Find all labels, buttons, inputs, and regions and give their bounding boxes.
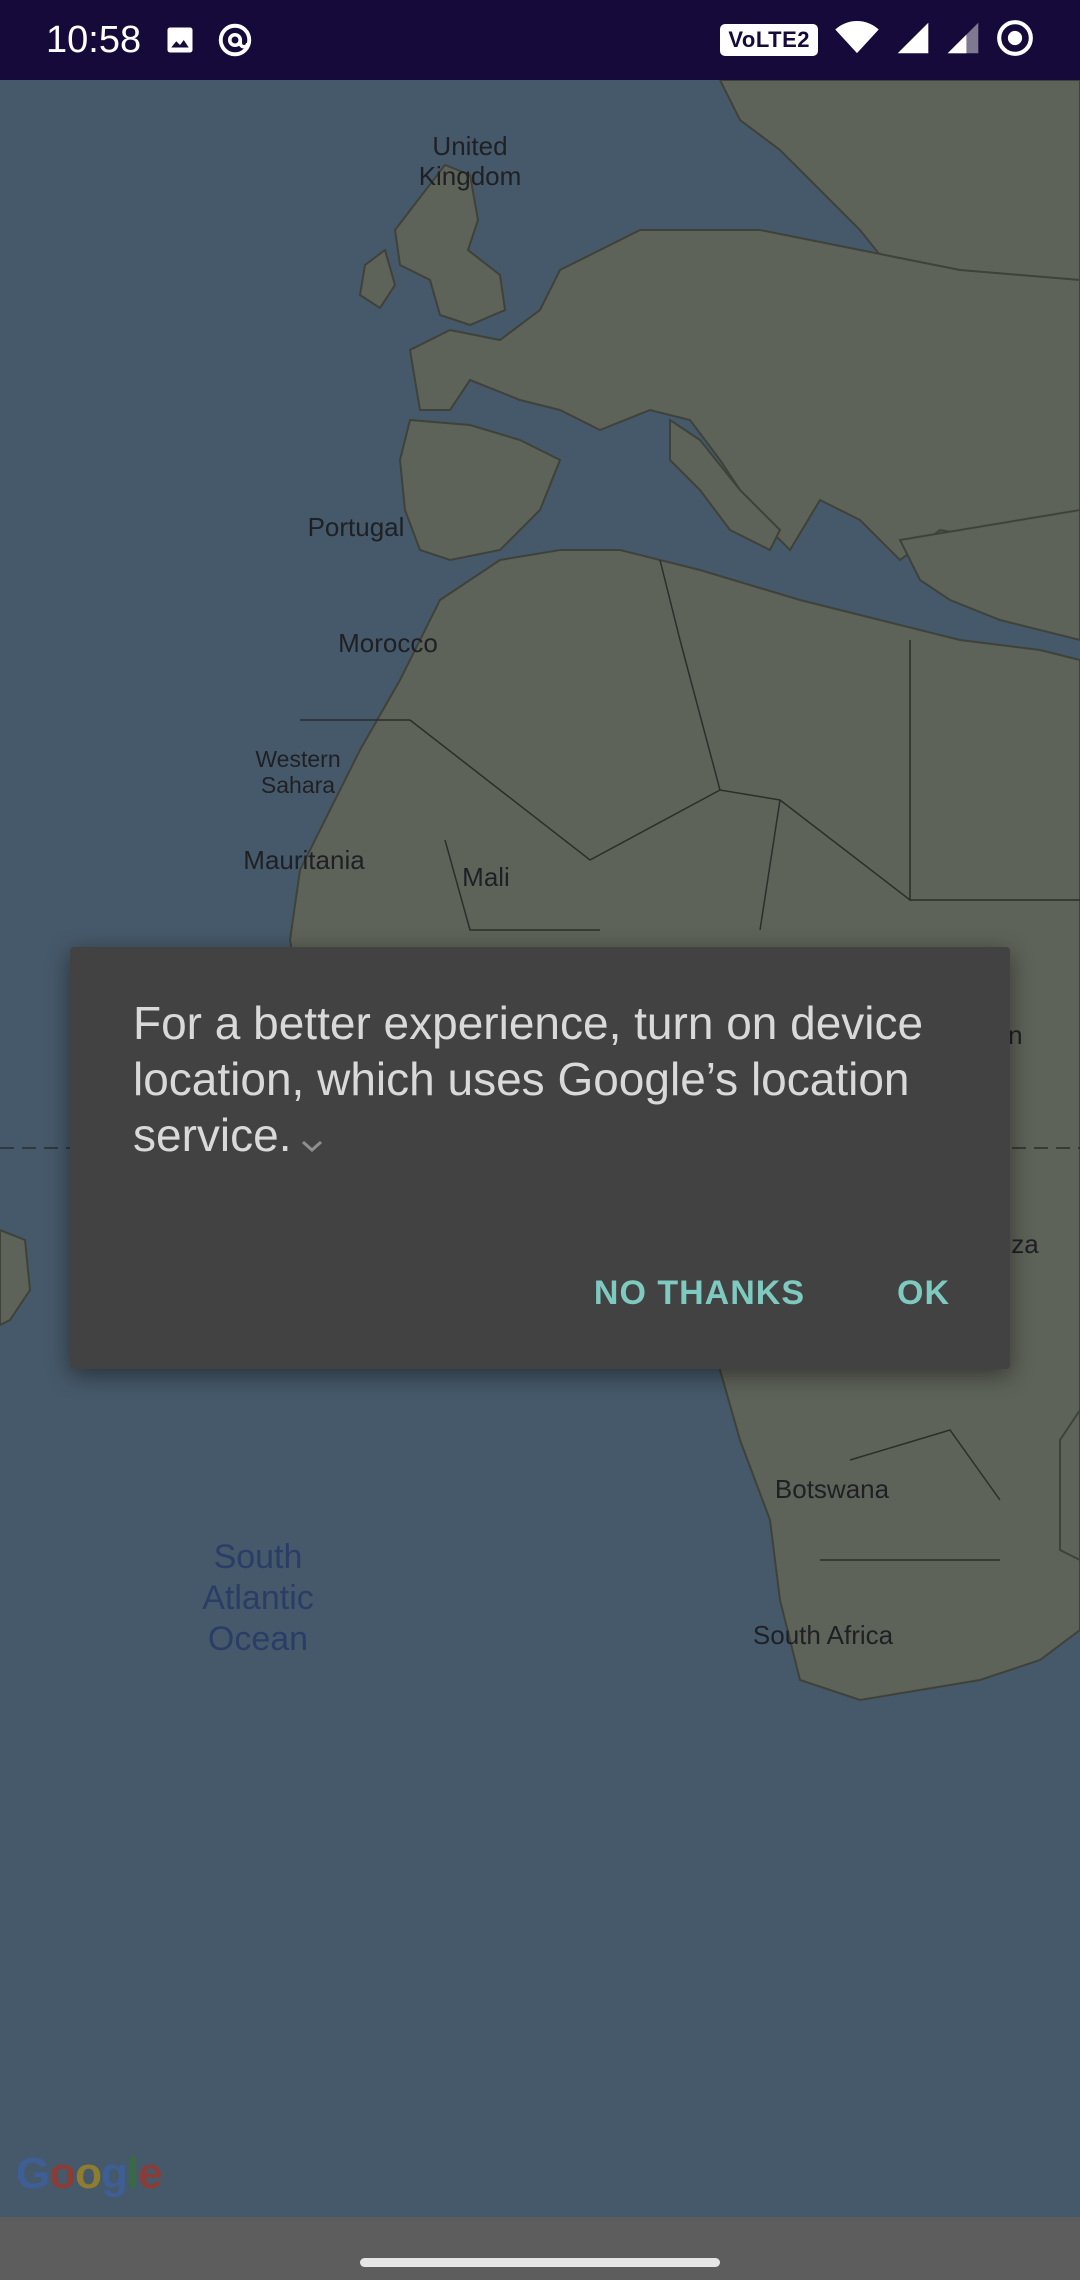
record-icon xyxy=(996,19,1034,62)
label-united-kingdom: United Kingdom xyxy=(418,131,522,191)
home-gesture-handle[interactable] xyxy=(360,2258,720,2267)
dialog-actions: NO THANKS OK xyxy=(594,1274,950,1313)
navigation-bar xyxy=(0,2217,1080,2280)
label-south-atlantic-ocean: South Atlantic Ocean xyxy=(202,1538,314,1658)
google-attribution-logo: Google xyxy=(16,2149,163,2199)
volte-badge: VoLTE2 xyxy=(720,24,818,56)
at-sign-icon xyxy=(217,22,253,58)
label-south-africa: South Africa xyxy=(752,1620,894,1650)
no-thanks-button[interactable]: NO THANKS xyxy=(594,1274,805,1313)
signal-weak-icon xyxy=(946,21,980,60)
chevron-down-icon[interactable] xyxy=(299,1111,325,1167)
label-mali: Mali xyxy=(462,862,510,892)
label-mauritania: Mauritania xyxy=(243,845,365,875)
google-logo-letter: e xyxy=(138,2149,163,2198)
ok-button[interactable]: OK xyxy=(897,1274,950,1313)
label-portugal: Portugal xyxy=(307,512,405,542)
google-logo-letter: o xyxy=(49,2149,76,2198)
google-logo-letter: g xyxy=(101,2149,128,2198)
google-logo-letter: o xyxy=(75,2149,102,2198)
label-morocco: Morocco xyxy=(338,628,438,658)
dialog-message: For a better experience, turn on device … xyxy=(133,995,953,1167)
status-right-group: VoLTE2 xyxy=(704,19,1034,62)
dialog-message-text: For a better experience, turn on device … xyxy=(133,997,924,1161)
google-logo-letter: l xyxy=(126,2149,139,2198)
status-bar: 10:58 VoLTE2 xyxy=(0,0,1080,80)
google-logo-letter: G xyxy=(16,2149,50,2198)
signal-icon xyxy=(896,21,930,60)
screen: 10:58 VoLTE2 United Kingdom Portugal Mor… xyxy=(0,0,1080,2280)
image-icon xyxy=(165,25,195,55)
status-time: 10:58 xyxy=(46,18,142,61)
label-western-sahara: Western Sahara xyxy=(255,746,341,799)
label-botswana: Botswana xyxy=(774,1474,890,1504)
location-permission-dialog: For a better experience, turn on device … xyxy=(70,947,1010,1369)
wifi-icon xyxy=(834,20,880,60)
